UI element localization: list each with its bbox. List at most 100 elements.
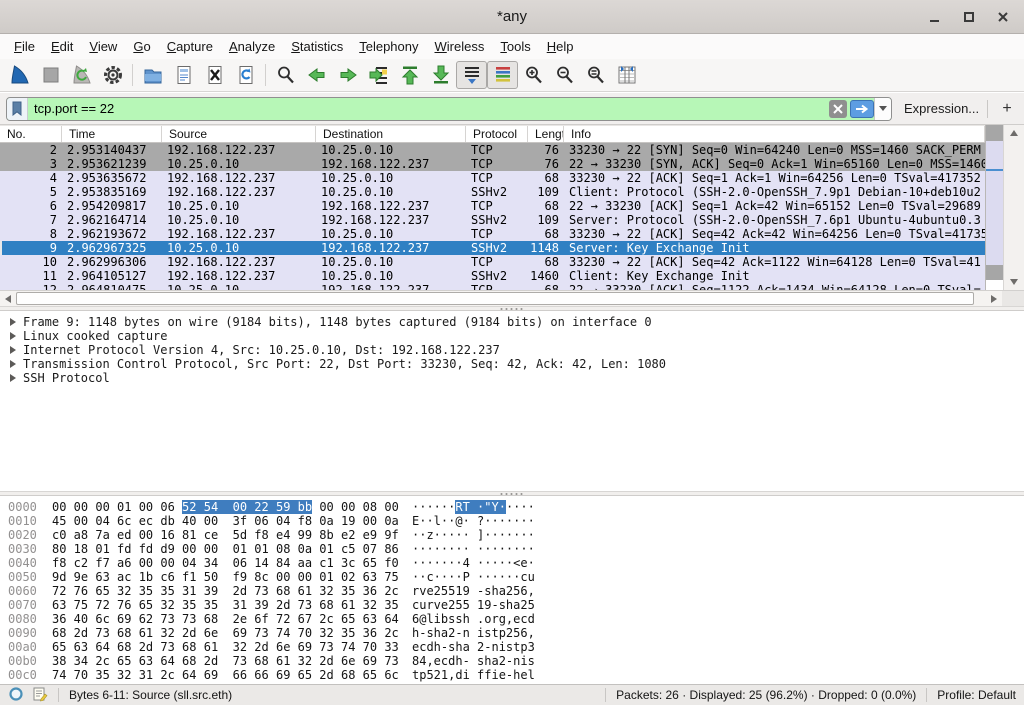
menu-edit[interactable]: Edit	[43, 39, 81, 54]
packet-row[interactable]: 92.96296732510.25.0.10192.168.122.237SSH…	[0, 241, 985, 255]
pane-splitter[interactable]	[0, 491, 1024, 496]
packet-details-pane: Frame 9: 1148 bytes on wire (9184 bits),…	[0, 311, 1024, 491]
expand-arrow-icon[interactable]	[10, 346, 16, 354]
menu-wireless[interactable]: Wireless	[427, 39, 493, 54]
title-bar: *any	[0, 0, 1024, 34]
column-header-info[interactable]: Info	[564, 126, 985, 142]
hex-dump-row[interactable]: 000000 00 00 01 00 06 52 54 00 22 59 bb …	[0, 500, 1024, 514]
packet-list-header: No.TimeSourceDestinationProtocolLengthIn…	[0, 125, 985, 143]
hex-dump-row[interactable]: 00509d 9e 63 ac 1b c6 f1 50 f9 8c 00 00 …	[0, 570, 1024, 584]
zoom-in-icon[interactable]	[518, 61, 549, 89]
packet-row[interactable]: 72.96216471410.25.0.10192.168.122.237SSH…	[0, 213, 985, 227]
hex-dump-row[interactable]: 007063 75 72 76 65 32 35 35 31 39 2d 73 …	[0, 598, 1024, 612]
filter-bookmark-icon[interactable]	[7, 98, 28, 120]
add-filter-button[interactable]: +	[996, 98, 1018, 120]
packet-list-minimap-scrollbar[interactable]	[985, 125, 1003, 290]
minimize-icon[interactable]	[928, 10, 942, 24]
filter-history-dropdown[interactable]	[874, 98, 891, 120]
go-back-icon[interactable]	[301, 61, 332, 89]
display-filter-input[interactable]: tcp.port == 22	[6, 97, 892, 121]
expression-button[interactable]: Expression...	[904, 101, 979, 116]
menu-capture[interactable]: Capture	[159, 39, 221, 54]
profile-selector[interactable]: Profile: Default	[937, 688, 1016, 702]
detail-tree-item[interactable]: Transmission Control Protocol, Src Port:…	[0, 357, 1024, 371]
hex-dump-row[interactable]: 008036 40 6c 69 62 73 73 68 2e 6f 72 67 …	[0, 612, 1024, 626]
menu-file[interactable]: File	[6, 39, 43, 54]
hex-dump-row[interactable]: 0040f8 c2 f7 a6 00 00 04 34 06 14 84 aa …	[0, 556, 1024, 570]
scroll-left-icon[interactable]	[0, 291, 16, 306]
open-file-icon[interactable]	[137, 61, 168, 89]
expert-info-icon[interactable]	[8, 686, 24, 705]
zoom-out-icon[interactable]	[549, 61, 580, 89]
hex-dump-row[interactable]: 003080 18 01 fd fd d9 00 00 01 01 08 0a …	[0, 542, 1024, 556]
colorize-icon[interactable]	[487, 61, 518, 89]
column-header-time[interactable]: Time	[62, 126, 162, 142]
menu-statistics[interactable]: Statistics	[283, 39, 351, 54]
hex-dump-row[interactable]: 001045 00 04 6c ec db 40 00 3f 06 04 f8 …	[0, 514, 1024, 528]
column-header-no[interactable]: No.	[0, 126, 62, 142]
zoom-reset-icon[interactable]	[580, 61, 611, 89]
packet-row[interactable]: 22.953140437192.168.122.23710.25.0.10TCP…	[0, 143, 985, 157]
packet-list-vscrollbar[interactable]	[1003, 125, 1024, 290]
hscrollbar-thumb[interactable]	[16, 292, 974, 305]
menu-help[interactable]: Help	[539, 39, 582, 54]
resize-columns-icon[interactable]	[611, 61, 642, 89]
packet-row[interactable]: 62.95420981710.25.0.10192.168.122.237TCP…	[0, 199, 985, 213]
close-icon[interactable]	[996, 10, 1010, 24]
go-first-packet-icon[interactable]	[394, 61, 425, 89]
auto-scroll-icon[interactable]	[456, 61, 487, 89]
packet-row[interactable]: 122.96481047510.25.0.10192.168.122.237TC…	[0, 283, 985, 290]
hex-dump-row[interactable]: 009068 2d 73 68 61 32 2d 6e 69 73 74 70 …	[0, 626, 1024, 640]
filter-apply-icon[interactable]	[850, 100, 874, 118]
scroll-right-icon[interactable]	[986, 291, 1002, 306]
packet-row[interactable]: 112.964105127192.168.122.23710.25.0.10SS…	[0, 269, 985, 283]
hex-dump-row[interactable]: 0020c0 a8 7a ed 00 16 81 ce 5d f8 e4 99 …	[0, 528, 1024, 542]
packet-row[interactable]: 82.962193672192.168.122.23710.25.0.10TCP…	[0, 227, 985, 241]
hex-dump-row[interactable]: 00b038 34 2c 65 63 64 68 2d 73 68 61 32 …	[0, 654, 1024, 668]
go-to-packet-icon[interactable]	[363, 61, 394, 89]
capture-comment-icon[interactable]	[32, 686, 48, 705]
packet-row[interactable]: 52.953835169192.168.122.23710.25.0.10SSH…	[0, 185, 985, 199]
scroll-up-icon[interactable]	[1004, 125, 1024, 141]
start-capture-icon[interactable]	[4, 61, 35, 89]
expand-arrow-icon[interactable]	[10, 318, 16, 326]
find-packet-icon[interactable]	[270, 61, 301, 89]
maximize-icon[interactable]	[962, 10, 976, 24]
hex-dump-row[interactable]: 006072 76 65 32 35 35 31 39 2d 73 68 61 …	[0, 584, 1024, 598]
reload-file-icon[interactable]	[230, 61, 261, 89]
scrollbar-corner	[1002, 290, 1024, 306]
menu-analyze[interactable]: Analyze	[221, 39, 283, 54]
menu-go[interactable]: Go	[125, 39, 158, 54]
expand-arrow-icon[interactable]	[10, 374, 16, 382]
filter-text[interactable]: tcp.port == 22	[28, 101, 829, 116]
detail-tree-item[interactable]: Frame 9: 1148 bytes on wire (9184 bits),…	[0, 315, 1024, 329]
menu-view[interactable]: View	[81, 39, 125, 54]
column-header-protocol[interactable]: Protocol	[466, 126, 528, 142]
save-file-icon[interactable]	[168, 61, 199, 89]
menu-tools[interactable]: Tools	[492, 39, 538, 54]
packet-list-hscrollbar[interactable]	[0, 290, 1002, 306]
packet-row[interactable]: 42.953635672192.168.122.23710.25.0.10TCP…	[0, 171, 985, 185]
capture-options-icon[interactable]	[97, 61, 128, 89]
expand-arrow-icon[interactable]	[10, 332, 16, 340]
close-file-icon[interactable]	[199, 61, 230, 89]
restart-capture-icon[interactable]	[66, 61, 97, 89]
packet-list-body: 22.953140437192.168.122.23710.25.0.10TCP…	[0, 143, 985, 290]
hex-dump-row[interactable]: 00a065 63 64 68 2d 73 68 61 32 2d 6e 69 …	[0, 640, 1024, 654]
column-header-destination[interactable]: Destination	[316, 126, 466, 142]
expand-arrow-icon[interactable]	[10, 360, 16, 368]
column-header-length[interactable]: Length	[528, 126, 564, 142]
scroll-down-icon[interactable]	[1004, 274, 1024, 290]
stop-capture-icon[interactable]	[35, 61, 66, 89]
go-forward-icon[interactable]	[332, 61, 363, 89]
column-header-source[interactable]: Source	[162, 126, 316, 142]
hex-dump-row[interactable]: 00c074 70 35 32 31 2c 64 69 66 66 69 65 …	[0, 668, 1024, 682]
packet-row[interactable]: 102.962996306192.168.122.23710.25.0.10TC…	[0, 255, 985, 269]
filter-clear-icon[interactable]	[829, 100, 847, 118]
detail-tree-item[interactable]: SSH Protocol	[0, 371, 1024, 385]
go-last-packet-icon[interactable]	[425, 61, 456, 89]
detail-tree-item[interactable]: Internet Protocol Version 4, Src: 10.25.…	[0, 343, 1024, 357]
detail-tree-item[interactable]: Linux cooked capture	[0, 329, 1024, 343]
packet-row[interactable]: 32.95362123910.25.0.10192.168.122.237TCP…	[0, 157, 985, 171]
menu-telephony[interactable]: Telephony	[351, 39, 426, 54]
